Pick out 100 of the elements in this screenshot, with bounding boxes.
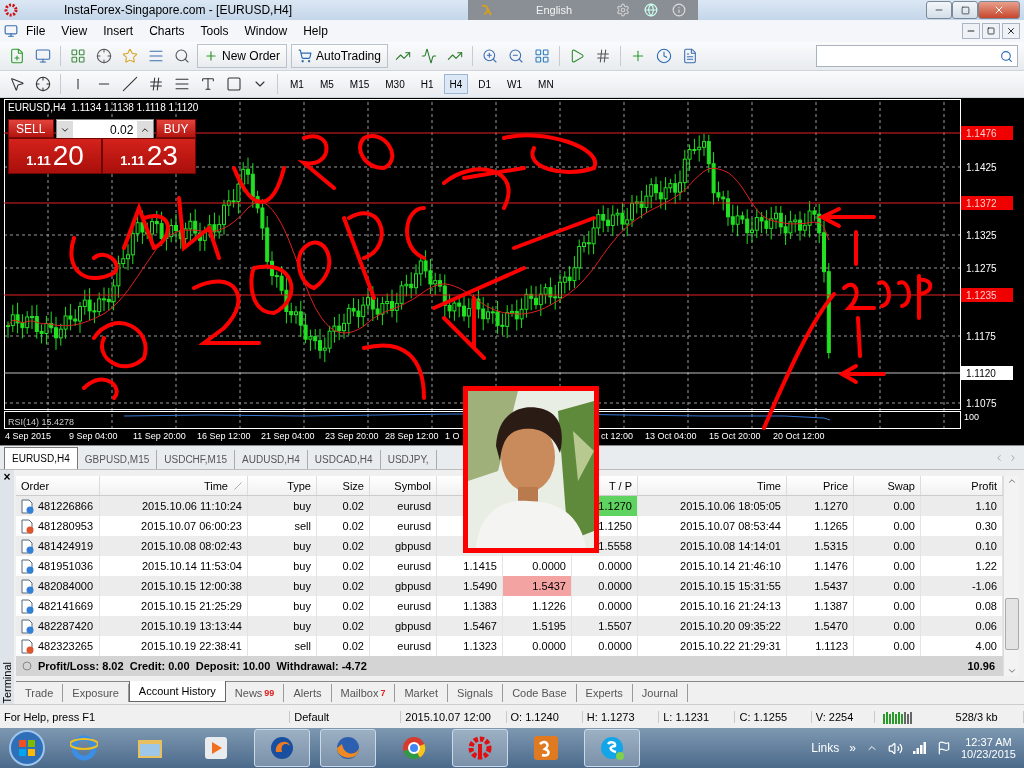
terminal-tab[interactable]: Exposure — [63, 684, 129, 702]
app-logo-icon — [4, 3, 18, 17]
scroll-down-icon[interactable] — [1006, 666, 1017, 676]
terminal-tab[interactable]: Code Base — [503, 684, 577, 702]
x-axis-label: 4 Sep 2015 — [5, 431, 52, 441]
chat-bubble-icon — [598, 734, 626, 762]
new-order-button[interactable]: New Order — [197, 44, 287, 68]
menu-item[interactable]: Insert — [95, 24, 142, 38]
close-icon[interactable]: × — [3, 470, 11, 484]
order-icon — [21, 638, 34, 654]
order-icon — [21, 598, 34, 614]
globe-icon[interactable] — [644, 3, 659, 17]
signal-icon[interactable] — [912, 742, 927, 754]
timeframe-button[interactable]: M1 — [284, 74, 310, 94]
increase-button[interactable] — [137, 121, 154, 138]
timeframe-button[interactable]: MN — [532, 74, 560, 94]
x-axis-label: ct 12:00 — [601, 431, 634, 441]
column-header[interactable]: Time — [756, 479, 781, 492]
column-header[interactable]: Time — [203, 479, 228, 492]
terminal-tab[interactable]: Trade — [16, 684, 64, 702]
scroll-up-icon[interactable] — [1006, 476, 1017, 486]
timeframe-button[interactable]: M30 — [379, 74, 411, 94]
column-header[interactable]: Swap — [887, 479, 915, 492]
menu-item[interactable]: Window — [236, 24, 296, 38]
indicator-scale-label: 100 — [964, 412, 980, 422]
swirl-badge-icon — [533, 735, 559, 761]
volume-icon[interactable] — [887, 740, 903, 756]
table-row[interactable]: 482287420 2015.10.19 13:13:44 buy 0.02 gbpusd 1.5467 1.5195 1.5507 2015.10.20 09:35:22 1.5470 0.00 0.06 — [16, 616, 1003, 636]
price-line-label: 1.1235 — [966, 290, 997, 301]
minimize-button[interactable] — [926, 1, 952, 19]
terminal-tab[interactable]: Experts — [576, 684, 633, 702]
table-row[interactable]: 482084000 2015.10.15 12:00:38 buy 0.02 gbpusd 1.5490 1.5437 0.0000 2015.10.15 15:31:55 1.5437 0.00 -1.06 — [16, 576, 1003, 596]
buy-button[interactable]: BUY — [156, 119, 196, 138]
search-field[interactable] — [816, 45, 1018, 67]
links-toolbar[interactable]: Links — [811, 741, 840, 755]
timeframe-button[interactable]: H4 — [443, 74, 469, 94]
summary-icon — [22, 661, 32, 671]
lot-size-field[interactable]: 0.02 — [55, 119, 155, 140]
terminal-tab[interactable]: Account History — [128, 681, 226, 702]
settings-icon[interactable] — [616, 3, 631, 17]
column-header[interactable]: Price — [822, 479, 848, 492]
menu-item[interactable]: View — [53, 24, 96, 38]
chart-window-icon[interactable] — [4, 24, 18, 38]
column-header[interactable]: Symbol — [394, 479, 431, 492]
column-header[interactable]: Type — [287, 479, 311, 492]
status-low: L: 1.1231 — [659, 710, 736, 723]
column-header[interactable]: Size — [342, 479, 364, 492]
clock[interactable]: 12:37 AM 10/23/2015 — [960, 736, 1016, 760]
sell-price[interactable]: 1.11 20 — [8, 138, 102, 174]
gear-logo-icon — [466, 734, 494, 762]
close-icon — [1006, 26, 1016, 36]
handwritten-dash — [856, 316, 862, 358]
terminal-tab[interactable]: Journal — [632, 684, 688, 702]
terminal-tab[interactable]: News 99 — [225, 684, 285, 702]
sell-button[interactable]: SELL — [8, 119, 54, 138]
terminal-tab[interactable]: Alerts — [284, 684, 332, 702]
status-profile: Default — [290, 710, 402, 723]
maximize-button[interactable] — [952, 1, 978, 19]
search-icon[interactable] — [1000, 49, 1013, 63]
status-time: 2015.10.07 12:00 — [401, 710, 507, 723]
buy-price[interactable]: 1.11 23 — [102, 138, 196, 174]
column-header[interactable]: Order — [21, 479, 50, 492]
menu-item[interactable]: Help — [295, 24, 336, 38]
autotrading-button[interactable]: AutoTrading — [291, 44, 388, 68]
menu-item[interactable]: Tools — [192, 24, 237, 38]
play-icon — [203, 735, 229, 761]
decrease-button[interactable] — [56, 121, 73, 138]
status-open: O: 1.1240 — [506, 710, 583, 723]
close-button[interactable] — [1002, 23, 1020, 39]
trading-app-taskbar-button[interactable] — [452, 729, 508, 767]
status-volume: V: 2254 — [811, 710, 875, 723]
menu-item[interactable]: Charts — [141, 24, 193, 38]
handwritten-arrow — [837, 364, 886, 384]
info-icon[interactable] — [672, 3, 687, 17]
column-header[interactable]: Profit — [971, 479, 997, 492]
flag-icon[interactable] — [936, 741, 951, 755]
minimize-button[interactable] — [962, 23, 980, 39]
x-axis-label: 28 Sep 12:00 — [385, 431, 439, 441]
timeframe-button[interactable]: M5 — [313, 74, 340, 94]
terminal-tab[interactable]: Market — [395, 684, 449, 702]
column-header[interactable]: T / P — [608, 479, 632, 492]
menu-item[interactable]: File — [18, 24, 54, 38]
timeframe-button[interactable]: D1 — [472, 74, 498, 94]
timeframe-button[interactable]: H1 — [414, 74, 440, 94]
timeframe-button[interactable]: M15 — [343, 74, 376, 94]
close-icon — [993, 4, 1005, 16]
terminal-tab[interactable]: Mailbox 7 — [331, 684, 396, 702]
status-traffic: 528/3 kb — [951, 710, 1024, 723]
more-chevron[interactable]: » — [849, 741, 856, 755]
scroll-thumb[interactable] — [1004, 598, 1019, 650]
start-orb-icon[interactable] — [8, 729, 46, 767]
app-taskbar-button[interactable] — [254, 729, 310, 767]
window-title: InstaForex-Singapore.com - [EURUSD,H4] — [64, 3, 293, 17]
timeframe-button[interactable]: W1 — [501, 74, 529, 94]
browser-taskbar-button[interactable] — [320, 729, 376, 767]
terminal-tab[interactable]: Signals — [448, 684, 504, 702]
chart-tab[interactable]: EURUSD,H4 — [4, 447, 78, 469]
chat-taskbar-button[interactable] — [584, 729, 640, 767]
order-icon — [21, 618, 34, 634]
status-close: C: 1.1255 — [735, 710, 812, 723]
